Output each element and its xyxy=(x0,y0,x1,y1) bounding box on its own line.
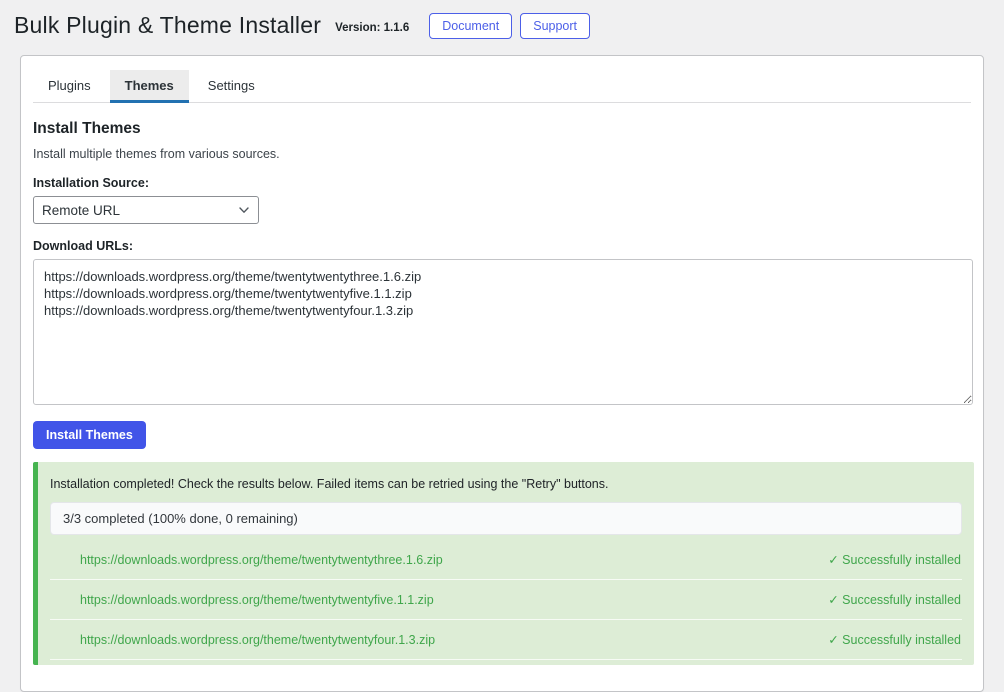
header-buttons: Document Support xyxy=(429,13,590,39)
download-urls-textarea[interactable]: https://downloads.wordpress.org/theme/tw… xyxy=(33,259,973,405)
installation-source-label: Installation Source: xyxy=(33,176,971,190)
installation-source-select[interactable]: Remote URL xyxy=(33,196,259,224)
result-row: https://downloads.wordpress.org/theme/tw… xyxy=(50,540,962,580)
result-status: ✓ Successfully installed xyxy=(828,552,961,567)
result-row: https://downloads.wordpress.org/theme/tw… xyxy=(50,620,962,660)
download-urls-label: Download URLs: xyxy=(33,239,971,253)
section-description: Install multiple themes from various sou… xyxy=(33,147,971,161)
results-message: Installation completed! Check the result… xyxy=(50,477,962,491)
results-panel: Installation completed! Check the result… xyxy=(33,462,974,665)
tab-bar: Plugins Themes Settings xyxy=(33,70,971,103)
result-row: https://downloads.wordpress.org/theme/tw… xyxy=(50,580,962,620)
tab-themes[interactable]: Themes xyxy=(110,70,189,103)
results-list: https://downloads.wordpress.org/theme/tw… xyxy=(50,540,962,660)
progress-text: 3/3 completed (100% done, 0 remaining) xyxy=(63,511,298,526)
tab-plugins[interactable]: Plugins xyxy=(33,70,106,103)
result-url: https://downloads.wordpress.org/theme/tw… xyxy=(80,593,434,607)
progress-bar: 3/3 completed (100% done, 0 remaining) xyxy=(50,502,962,535)
tab-settings[interactable]: Settings xyxy=(193,70,270,103)
result-status: ✓ Successfully installed xyxy=(828,632,961,647)
document-button[interactable]: Document xyxy=(429,13,512,39)
page-header: Bulk Plugin & Theme Installer Version: 1… xyxy=(0,0,1004,48)
support-button[interactable]: Support xyxy=(520,13,590,39)
result-status: ✓ Successfully installed xyxy=(828,592,961,607)
main-card: Plugins Themes Settings Install Themes I… xyxy=(20,55,984,692)
install-themes-button[interactable]: Install Themes xyxy=(33,421,146,449)
installation-source-select-wrap: Remote URL xyxy=(33,196,259,224)
section-heading: Install Themes xyxy=(33,120,971,138)
version-label: Version: 1.1.6 xyxy=(335,22,409,34)
result-url: https://downloads.wordpress.org/theme/tw… xyxy=(80,633,435,647)
page-title: Bulk Plugin & Theme Installer xyxy=(14,12,321,39)
result-url: https://downloads.wordpress.org/theme/tw… xyxy=(80,553,443,567)
